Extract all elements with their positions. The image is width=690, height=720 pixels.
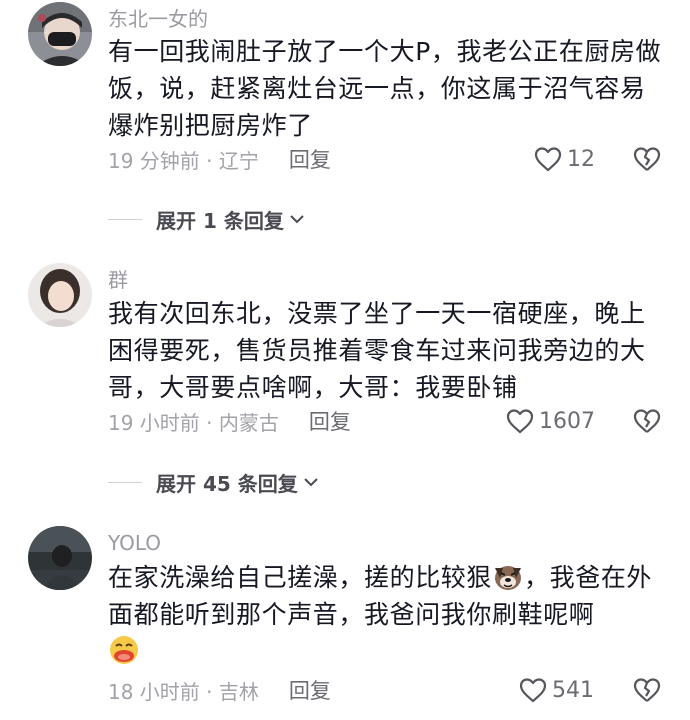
divider <box>108 218 142 220</box>
laughing-tongue-emoji <box>110 636 138 664</box>
heart-outline-icon <box>506 409 534 434</box>
expand-replies-label: 展开 1 条回复 <box>156 208 284 233</box>
avatar[interactable] <box>28 263 92 327</box>
broken-heart-icon <box>633 147 661 171</box>
reply-button[interactable]: 回复 <box>289 144 331 174</box>
comment-text-part: 在家洗澡给自己搓澡，搓的比较狠 <box>108 563 493 592</box>
dislike-button[interactable] <box>632 144 662 174</box>
comment-text: 在家洗澡给自己搓澡，搓的比较狠 ，我爸在外面都能听到那个声音，我爸问我你刷鞋呢啊 <box>108 559 668 670</box>
comment-text: 有一回我闹肚子放了一个大P，我老公正在厨房做饭，说，赶紧离灶台远一点，你这属于沼… <box>108 37 662 140</box>
expand-replies-button[interactable]: 展开 1 条回复 <box>108 204 306 234</box>
divider <box>108 481 142 483</box>
comment-username[interactable]: YOLO <box>108 531 161 555</box>
dog-face-emoji <box>495 566 522 590</box>
like-count: 1607 <box>539 408 595 434</box>
heart-outline-icon <box>519 678 547 703</box>
reply-button[interactable]: 回复 <box>309 406 351 436</box>
avatar[interactable] <box>28 2 92 66</box>
comment-time-location: 19 小时前 · 内蒙古 <box>108 410 279 435</box>
comment-time-location: 19 分钟前 · 辽宁 <box>108 148 259 173</box>
like-count: 12 <box>567 146 595 172</box>
chevron-down-icon <box>304 478 318 487</box>
heart-outline-icon <box>534 147 562 172</box>
like-button[interactable]: 541 <box>518 675 594 705</box>
comment-text: 我有次回东北，没票了坐了一天一宿硬座，晚上困得要死，售货员推着零食车过来问我旁边… <box>108 299 646 402</box>
like-button[interactable]: 12 <box>533 144 595 174</box>
comment-meta: 18 小时前 · 吉林 回复 <box>108 675 331 705</box>
like-button[interactable]: 1607 <box>505 406 595 436</box>
avatar[interactable] <box>28 526 92 590</box>
broken-heart-icon <box>633 409 661 433</box>
comment-username[interactable]: 东北一女的 <box>108 7 208 31</box>
like-count: 541 <box>552 677 594 703</box>
dislike-button[interactable] <box>632 406 662 436</box>
comment-meta: 19 小时前 · 内蒙古 回复 <box>108 406 351 436</box>
reply-button[interactable]: 回复 <box>289 675 331 705</box>
expand-replies-label: 展开 45 条回复 <box>156 471 298 496</box>
comment-meta: 19 分钟前 · 辽宁 回复 <box>108 144 331 174</box>
expand-replies-button[interactable]: 展开 45 条回复 <box>108 467 320 497</box>
broken-heart-icon <box>633 678 661 702</box>
chevron-down-icon <box>290 215 304 224</box>
comment-time-location: 18 小时前 · 吉林 <box>108 679 259 704</box>
comment-username[interactable]: 群 <box>108 268 128 292</box>
dislike-button[interactable] <box>632 675 662 705</box>
